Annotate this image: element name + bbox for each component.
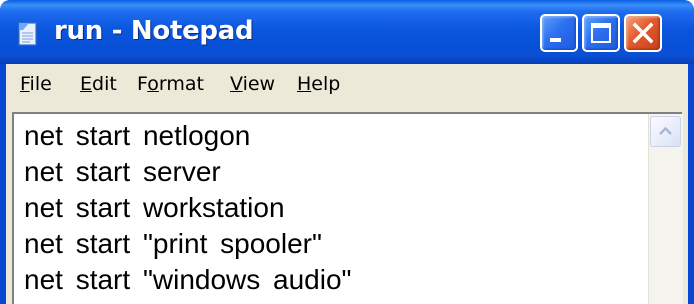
notepad-app-icon[interactable] [14, 20, 42, 48]
text-editor[interactable]: net start netlogon net start server net … [12, 112, 683, 304]
maximize-button[interactable] [582, 14, 620, 52]
menu-bar: File Edit Format View Help [6, 64, 688, 104]
menu-format[interactable]: Format [137, 72, 204, 96]
menu-help[interactable]: Help [297, 72, 340, 96]
vertical-scrollbar[interactable] [648, 114, 683, 304]
close-icon [632, 22, 654, 44]
text-line[interactable]: net start "windows audio" [24, 262, 351, 298]
menu-file[interactable]: File [20, 72, 52, 96]
text-line[interactable]: net start netlogon [24, 118, 351, 154]
edit-frame: net start netlogon net start server net … [6, 104, 688, 304]
minimize-icon [550, 38, 561, 42]
scroll-up-button[interactable] [650, 116, 681, 147]
close-button[interactable] [624, 14, 662, 52]
menu-view[interactable]: View [230, 72, 275, 96]
text-line[interactable]: net start "print spooler" [24, 226, 351, 262]
maximize-icon [591, 23, 611, 43]
scroll-up-arrow-icon [659, 126, 672, 135]
window-title: run - Notepad [54, 16, 254, 46]
notepad-window: run - Notepad File Edit Format View Help [0, 0, 694, 304]
title-bar[interactable]: run - Notepad [0, 0, 694, 64]
text-line[interactable]: net start server [24, 154, 351, 190]
menu-edit[interactable]: Edit [80, 72, 117, 96]
text-line[interactable]: net start workstation [24, 190, 351, 226]
document-text[interactable]: net start netlogon net start server net … [24, 118, 351, 298]
minimize-button[interactable] [540, 14, 578, 52]
